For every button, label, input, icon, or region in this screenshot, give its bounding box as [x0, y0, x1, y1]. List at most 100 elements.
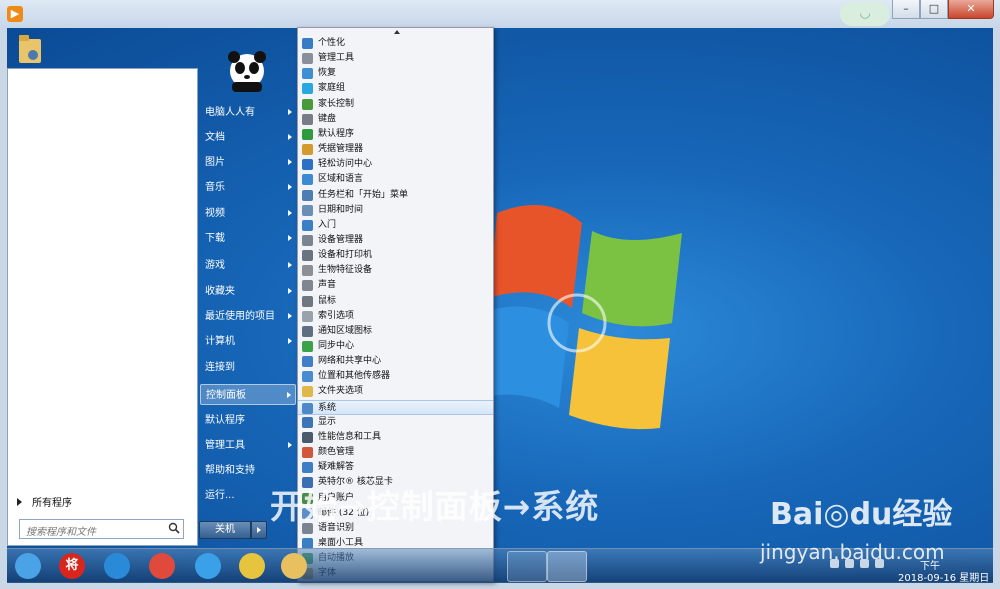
- ie-icon[interactable]: [104, 553, 130, 579]
- region-icon: [302, 174, 313, 186]
- control-panel-item-label: 个性化: [318, 38, 346, 48]
- control-panel-item[interactable]: 凭据管理器: [298, 142, 493, 157]
- start-right-item[interactable]: 下载: [200, 228, 296, 249]
- control-panel-item[interactable]: 网络和共享中心: [298, 354, 493, 369]
- taskbar-icon-label: 将: [65, 558, 79, 573]
- control-panel-item[interactable]: 文件夹选项: [298, 384, 493, 399]
- network-icon: [302, 356, 313, 368]
- start-right-item-label: 计算机: [205, 336, 235, 347]
- control-panel-item[interactable]: 显示: [298, 415, 493, 430]
- control-panel-item[interactable]: 疑难解答: [298, 460, 493, 475]
- control-panel-item[interactable]: 家长控制: [298, 97, 493, 112]
- start-right-item[interactable]: 最近使用的项目: [200, 306, 296, 327]
- control-panel-item-label: 疑难解答: [318, 462, 355, 473]
- display-icon: [302, 416, 313, 428]
- control-panel-item[interactable]: 家庭组: [298, 81, 493, 96]
- control-panel-item[interactable]: 同步中心: [298, 339, 493, 354]
- recovery-icon: [302, 68, 313, 80]
- all-programs-link[interactable]: 所有程序: [17, 494, 72, 509]
- start-right-item[interactable]: 图片: [200, 152, 296, 173]
- control-panel-item[interactable]: 管理工具: [298, 51, 493, 66]
- baidu-watermark-url: jingyan.baidu.com: [760, 540, 945, 564]
- start-right-item[interactable]: 文档: [200, 127, 296, 148]
- start-right-item[interactable]: 控制面板: [200, 384, 296, 405]
- app-jiang-icon[interactable]: 将: [59, 553, 85, 579]
- close-button[interactable]: ✕: [948, 0, 994, 19]
- control-panel-item[interactable]: 区域和语言: [298, 172, 493, 187]
- search-input[interactable]: [20, 524, 168, 541]
- control-panel-item[interactable]: 设备和打印机: [298, 248, 493, 263]
- control-panel-item[interactable]: 颜色管理: [298, 445, 493, 460]
- color-icon: [302, 447, 313, 459]
- maximize-button[interactable]: □: [920, 0, 948, 19]
- clock-date[interactable]: 2018-09-16 星期日: [898, 569, 989, 584]
- control-panel-item[interactable]: 系统: [298, 399, 493, 415]
- control-panel-item-label: 同步中心: [318, 341, 355, 351]
- start-right-item-label: 默认程序: [205, 415, 245, 426]
- troubleshoot-icon: [302, 462, 313, 474]
- control-panel-item[interactable]: 设备管理器: [298, 233, 493, 248]
- start-right-item[interactable]: 管理工具: [200, 435, 296, 456]
- chevron-right-icon: [288, 109, 292, 115]
- taskbar-app-button[interactable]: [507, 551, 547, 582]
- shutdown-button[interactable]: 关机: [199, 521, 251, 539]
- control-panel-item-label: 设备和打印机: [318, 250, 373, 261]
- shutdown-options-button[interactable]: [251, 521, 267, 539]
- start-right-item[interactable]: 帮助和支持: [200, 460, 296, 481]
- all-programs-label: 所有程序: [32, 498, 72, 509]
- start-right-item[interactable]: 计算机: [200, 331, 296, 352]
- control-panel-item-label: 默认程序: [318, 128, 355, 139]
- chevron-right-icon: [288, 134, 292, 140]
- chevron-right-icon: [288, 235, 292, 241]
- control-panel-item-label: 设备管理器: [318, 234, 364, 245]
- control-panel-item-label: 文件夹选项: [318, 386, 364, 397]
- control-panel-item[interactable]: 个性化: [298, 36, 493, 51]
- chrome-icon[interactable]: [149, 553, 175, 579]
- folder-icon[interactable]: [281, 553, 307, 579]
- control-panel-item[interactable]: 任务栏和「开始」菜单: [298, 188, 493, 203]
- sound-icon: [302, 280, 313, 292]
- start-search-box[interactable]: [19, 519, 184, 541]
- chevron-right-icon: [288, 442, 292, 448]
- control-panel-item[interactable]: 性能信息和工具: [298, 430, 493, 445]
- start-right-item[interactable]: 游戏: [200, 255, 296, 276]
- start-right-item[interactable]: 音乐: [200, 177, 296, 198]
- sticky-notes-icon[interactable]: [239, 553, 265, 579]
- start-orb-icon[interactable]: [15, 553, 41, 579]
- control-panel-item[interactable]: 鼠标: [298, 294, 493, 309]
- control-panel-item[interactable]: 日期和时间: [298, 203, 493, 218]
- control-panel-item[interactable]: 轻松访问中心: [298, 157, 493, 172]
- control-panel-item[interactable]: 索引选项: [298, 309, 493, 324]
- folder-options-icon: [302, 386, 313, 398]
- control-panel-item[interactable]: 声音: [298, 278, 493, 293]
- control-panel-item[interactable]: 位置和其他传感器: [298, 369, 493, 384]
- getting-started-icon: [302, 219, 313, 231]
- control-panel-item[interactable]: 通知区域图标: [298, 324, 493, 339]
- start-right-item[interactable]: 连接到: [200, 357, 296, 378]
- control-panel-item[interactable]: 入门: [298, 218, 493, 233]
- app-window: ▶ ◡ – □ ✕ 所有程序 搜索程序和文件 电脑人人有 文档 图片 音乐 视频…: [0, 0, 1000, 589]
- folder-icon[interactable]: [17, 33, 43, 65]
- control-panel-item[interactable]: 恢复: [298, 66, 493, 81]
- minimize-button[interactable]: –: [892, 0, 920, 19]
- video-app-icon[interactable]: ▶: [7, 6, 23, 22]
- scroll-up-arrow[interactable]: [298, 28, 493, 36]
- control-panel-item[interactable]: 键盘: [298, 112, 493, 127]
- cloud-icon[interactable]: [195, 553, 221, 579]
- control-panel-item-label: 网络和共享中心: [318, 356, 382, 367]
- start-right-item[interactable]: 默认程序: [200, 410, 296, 431]
- performance-icon: [302, 431, 313, 443]
- panda-avatar-icon[interactable]: [224, 48, 270, 94]
- control-panel-item-label: 键盘: [318, 113, 337, 124]
- control-panel-item-label: 显示: [318, 416, 337, 427]
- start-right-item[interactable]: 视频: [200, 203, 296, 224]
- control-panel-item-label: 凭据管理器: [318, 144, 364, 155]
- control-panel-item[interactable]: 默认程序: [298, 127, 493, 142]
- search-icon[interactable]: [168, 522, 180, 534]
- taskbar-control-panel-button[interactable]: [547, 551, 587, 582]
- start-right-item[interactable]: 电脑人人有: [200, 102, 296, 123]
- control-panel-item[interactable]: 生物特征设备: [298, 263, 493, 278]
- control-panel-item-label: 管理工具: [318, 53, 355, 64]
- title-ghost-label: ◡: [840, 2, 890, 26]
- start-right-item[interactable]: 收藏夹: [200, 281, 296, 302]
